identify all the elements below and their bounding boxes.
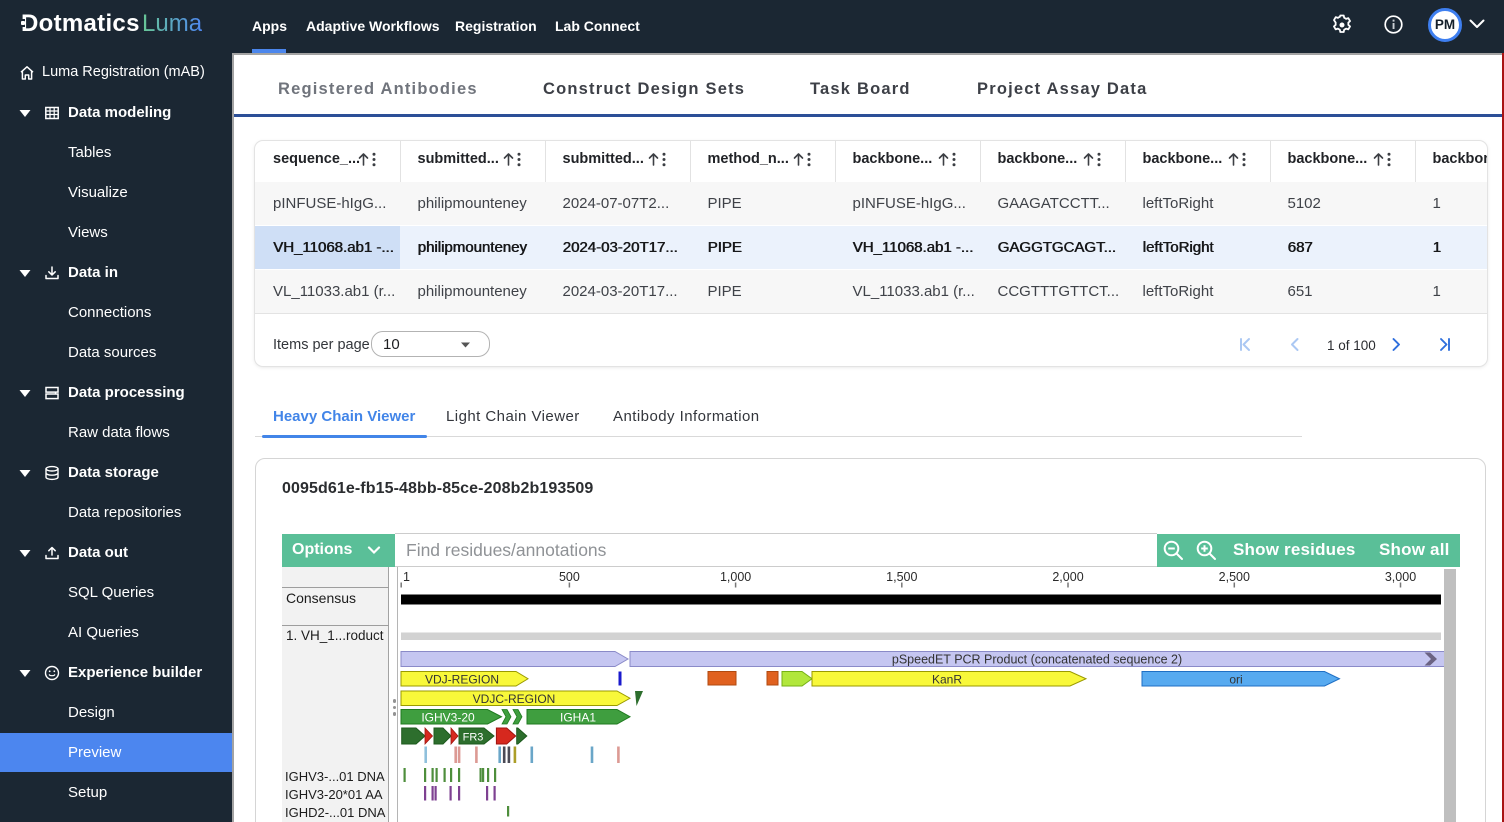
svg-text:KanR: KanR bbox=[932, 672, 962, 686]
svg-text:IGHV3-20: IGHV3-20 bbox=[421, 710, 475, 724]
svg-text:1,500: 1,500 bbox=[886, 570, 917, 584]
svg-text:FR3: FR3 bbox=[463, 732, 484, 744]
svg-text:1: 1 bbox=[403, 570, 410, 584]
svg-text:2,000: 2,000 bbox=[1052, 570, 1083, 584]
svg-text:3,000: 3,000 bbox=[1385, 570, 1416, 584]
svg-text:VDJ-REGION: VDJ-REGION bbox=[425, 672, 499, 686]
svg-text:VDJC-REGION: VDJC-REGION bbox=[473, 692, 556, 706]
svg-text:IGHA1: IGHA1 bbox=[560, 710, 596, 724]
svg-text:500: 500 bbox=[559, 570, 580, 584]
svg-text:pSpeedET PCR Product (concaten: pSpeedET PCR Product (concatenated seque… bbox=[892, 653, 1182, 667]
svg-text:1,000: 1,000 bbox=[720, 570, 751, 584]
svg-text:2,500: 2,500 bbox=[1219, 570, 1250, 584]
svg-text:ori: ori bbox=[1229, 672, 1242, 686]
